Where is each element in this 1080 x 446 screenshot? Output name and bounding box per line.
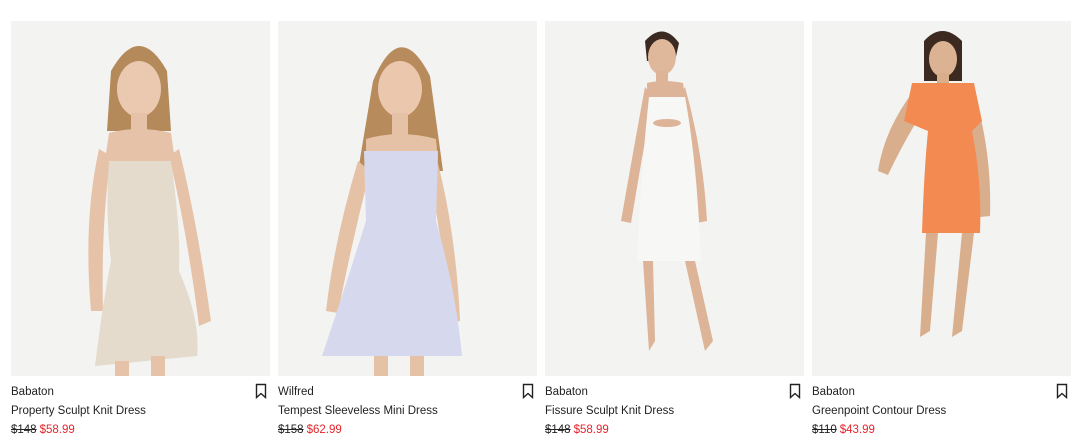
- product-card[interactable]: Wilfred Tempest Sleeveless Mini Dress $1…: [278, 21, 537, 437]
- product-prices: $148 $58.99: [545, 423, 804, 437]
- product-name[interactable]: Fissure Sculpt Knit Dress: [545, 404, 804, 418]
- bookmark-icon[interactable]: [254, 383, 268, 399]
- sale-price: $62.99: [306, 424, 342, 436]
- product-name[interactable]: Property Sculpt Knit Dress: [11, 404, 270, 418]
- product-brand[interactable]: Wilfred: [278, 385, 537, 399]
- bookmark-icon[interactable]: [788, 383, 802, 399]
- original-price: $148: [545, 424, 571, 436]
- original-price: $148: [11, 424, 37, 436]
- product-card[interactable]: Babaton Property Sculpt Knit Dress $148 $…: [11, 21, 270, 437]
- product-brand[interactable]: Babaton: [545, 385, 804, 399]
- product-name[interactable]: Greenpoint Contour Dress: [812, 404, 1071, 418]
- bookmark-icon[interactable]: [1055, 383, 1069, 399]
- bookmark-icon[interactable]: [521, 383, 535, 399]
- product-card[interactable]: Babaton Greenpoint Contour Dress $110 $43…: [812, 21, 1071, 437]
- original-price: $158: [278, 424, 304, 436]
- sale-price: $58.99: [573, 424, 609, 436]
- product-brand[interactable]: Babaton: [812, 385, 1071, 399]
- product-name[interactable]: Tempest Sleeveless Mini Dress: [278, 404, 537, 418]
- product-grid: Babaton Property Sculpt Knit Dress $148 $…: [11, 21, 1071, 437]
- product-card[interactable]: Babaton Fissure Sculpt Knit Dress $148 $5…: [545, 21, 804, 437]
- original-price: $110: [812, 424, 837, 436]
- sale-price: $43.99: [839, 424, 875, 436]
- product-image[interactable]: [545, 21, 804, 376]
- product-prices: $158 $62.99: [278, 423, 537, 437]
- product-image[interactable]: [278, 21, 537, 376]
- product-image[interactable]: [812, 21, 1071, 376]
- product-brand[interactable]: Babaton: [11, 385, 270, 399]
- sale-price: $58.99: [39, 424, 75, 436]
- product-image[interactable]: [11, 21, 270, 376]
- product-prices: $110 $43.99: [812, 423, 1071, 437]
- product-prices: $148 $58.99: [11, 423, 270, 437]
